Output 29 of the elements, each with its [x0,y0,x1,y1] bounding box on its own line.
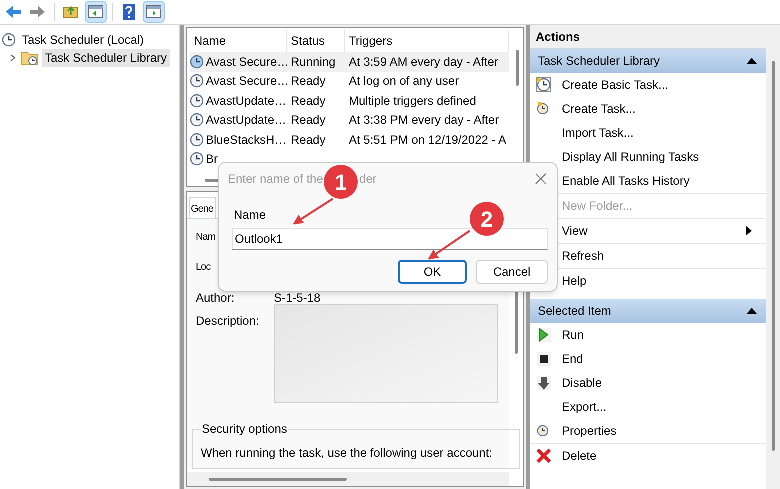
dialog-title: der [359,171,377,188]
table-cell-text: AvastUpdate… [206,112,286,130]
table-cell-text: Multiple triggers defined [348,92,478,110]
field-label: Loc [196,262,211,273]
table-cell-text: Ready [290,112,327,130]
field-label: Description: [196,313,260,330]
table-cell-text: BlueStacksH… [206,132,287,149]
table-cell-text: At log on of any user [348,73,460,90]
table-cell-text: Avast Secure… [206,73,290,90]
table-cell-text: At 3:59 AM every day - After [348,54,500,71]
table-cell-text: Br [206,151,218,168]
group-title: Security options [201,421,288,438]
table-cell-text: Ready [290,92,327,110]
table-cell-text: At 3:38 PM every day - After [348,112,500,130]
field-label: Name [234,207,266,222]
table-cell-text: Ready [290,132,327,149]
table-cell-text: At 5:51 PM on 12/19/2022 - A [348,132,508,149]
step-badge: 1 [324,165,358,199]
step-badge: 2 [470,202,504,236]
pane-title: Actions [530,25,766,49]
table-cell-text: Ready [290,73,327,90]
field-value: S-1-5-18 [274,290,321,307]
field-label: Nam [196,232,216,243]
table-cell-text: AvastUpdate… [206,92,286,110]
table-cell-text: Running [290,54,337,71]
table-cell-text: Avast Secure… [206,54,290,71]
group-text: When running the task, use the following user account: [201,445,494,462]
dialog-title: Enter name of the [228,171,324,188]
field-label: Author: [196,290,236,307]
